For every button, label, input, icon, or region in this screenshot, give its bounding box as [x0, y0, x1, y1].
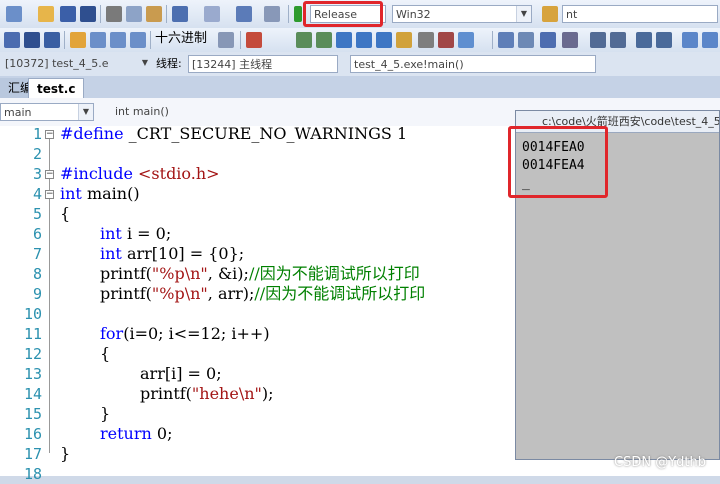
line-number-gutter: 1 2 3 4 5 6 7 8 9 10 11 12 13 14 15 16 17 18− − − — [0, 125, 58, 483]
function-select[interactable]: int main() — [112, 103, 512, 121]
stack-frame-select[interactable]: test_4_5.exe!main() — [350, 55, 596, 73]
quick-info-icon[interactable] — [458, 32, 474, 48]
thread-label: 线程: — [156, 57, 182, 70]
line-number: 11 — [23, 325, 42, 343]
find-combo[interactable]: nt — [562, 5, 718, 23]
cut-icon[interactable] — [106, 6, 122, 22]
navigate-forward-icon[interactable] — [264, 6, 280, 22]
copy-icon[interactable] — [126, 6, 142, 22]
open-folder-icon[interactable] — [38, 6, 54, 22]
indent-icon[interactable] — [590, 32, 606, 48]
watermark: CSDN @Ydthb — [614, 455, 706, 470]
code-line: int i = 0; — [100, 224, 172, 243]
restart-icon[interactable] — [44, 32, 60, 48]
show-next-statement-icon[interactable] — [70, 32, 86, 48]
line-number: 13 — [23, 365, 42, 383]
window-icon[interactable] — [682, 32, 698, 48]
font-icon[interactable] — [562, 32, 578, 48]
redo-icon[interactable] — [204, 6, 220, 22]
save-all-icon[interactable] — [80, 6, 96, 22]
chevron-down-icon: ▼ — [78, 104, 93, 120]
uncomment-icon[interactable] — [316, 32, 332, 48]
code-line: return 0; — [100, 424, 173, 443]
line-number: 10 — [23, 305, 42, 323]
code-line: } — [100, 404, 111, 423]
breakpoints-icon[interactable] — [246, 32, 262, 48]
thread-select[interactable]: [13244] 主线程 — [188, 55, 338, 73]
line-number: 17 — [23, 445, 42, 463]
line-number: 1 — [32, 125, 42, 143]
chevron-down-icon: ▼ — [516, 6, 531, 22]
code-line: printf("%p\n", &i);//因为不能调试所以打印 — [100, 264, 420, 283]
document-tabs: 汇编 test.c — [0, 76, 720, 98]
debug-location-toolbar: [10372] test_4_5.e ▼ 线程: [13244] 主线程 tes… — [0, 52, 720, 77]
code-line: #include <stdio.h> — [60, 164, 220, 183]
platform-select[interactable]: Win32 ▼ — [392, 5, 532, 23]
line-number: 4 — [32, 185, 42, 203]
code-line: { — [100, 344, 111, 363]
line-number: 15 — [23, 405, 42, 423]
fold-toggle-icon[interactable]: − — [45, 170, 54, 179]
undo-icon[interactable] — [172, 6, 188, 22]
tab-test-c[interactable]: test.c — [28, 78, 85, 98]
line-number: 18 — [23, 465, 42, 483]
line-number: 7 — [32, 245, 42, 263]
scope-select[interactable]: main ▼ — [0, 103, 94, 121]
bookmark-prev-icon[interactable] — [356, 32, 372, 48]
navigate-back-icon[interactable] — [236, 6, 252, 22]
chevron-down-icon: ▼ — [141, 58, 149, 67]
comment-out-icon[interactable] — [296, 32, 312, 48]
save-icon[interactable] — [60, 6, 76, 22]
spell-check-icon[interactable] — [418, 32, 434, 48]
debug-toolbar: 十六进制 — [0, 28, 720, 53]
comment-icon[interactable] — [636, 32, 652, 48]
step-over-icon[interactable] — [110, 32, 126, 48]
uncomment-lines-icon[interactable] — [656, 32, 672, 48]
line-number: 8 — [32, 265, 42, 283]
code-line: } — [60, 444, 71, 463]
list-members-icon[interactable] — [498, 32, 514, 48]
fold-toggle-icon[interactable]: − — [45, 190, 54, 199]
complete-word-icon[interactable] — [540, 32, 556, 48]
find-icon[interactable] — [542, 6, 558, 22]
hex-display-button[interactable]: 十六进制 — [155, 29, 207, 49]
output-window-icon[interactable] — [702, 32, 718, 48]
fold-toggle-icon[interactable]: − — [45, 130, 54, 139]
code-line: printf("hehe\n"); — [140, 384, 274, 403]
watch-icon[interactable] — [218, 32, 234, 48]
parameter-info-icon[interactable] — [518, 32, 534, 48]
process-select[interactable]: [10372] test_4_5.e ▼ — [2, 55, 152, 73]
step-into-icon[interactable] — [90, 32, 106, 48]
code-line: printf("%p\n", arr);//因为不能调试所以打印 — [100, 284, 426, 303]
line-number: 9 — [32, 285, 42, 303]
new-project-icon[interactable] — [6, 6, 22, 22]
paste-icon[interactable] — [146, 6, 162, 22]
break-all-icon[interactable] — [4, 32, 20, 48]
stop-debug-icon[interactable] — [24, 32, 40, 48]
line-number: 14 — [23, 385, 42, 403]
code-line: for(i=0; i<=12; i++) — [100, 324, 270, 343]
bookmark-icon[interactable] — [336, 32, 352, 48]
line-number: 5 — [32, 205, 42, 223]
bookmark-clear-icon[interactable] — [396, 32, 412, 48]
start-debug-icon[interactable] — [294, 6, 302, 22]
code-line: #define _CRT_SECURE_NO_WARNINGS 1 — [60, 124, 408, 143]
line-number: 16 — [23, 425, 42, 443]
line-number: 2 — [32, 145, 42, 163]
code-line: int arr[10] = {0}; — [100, 244, 245, 263]
outdent-icon[interactable] — [610, 32, 626, 48]
line-number: 6 — [32, 225, 42, 243]
code-line: arr[i] = 0; — [140, 364, 222, 383]
highlight-box-config — [303, 1, 383, 27]
highlight-box-output — [508, 126, 608, 198]
line-number: 12 — [23, 345, 42, 363]
step-out-icon[interactable] — [130, 32, 146, 48]
bookmark-next-icon[interactable] — [376, 32, 392, 48]
code-line: int main() — [60, 184, 140, 203]
line-number: 3 — [32, 165, 42, 183]
code-line: { — [60, 204, 71, 223]
format-icon[interactable] — [438, 32, 454, 48]
standard-toolbar: Release Win32 ▼ nt — [0, 0, 720, 29]
